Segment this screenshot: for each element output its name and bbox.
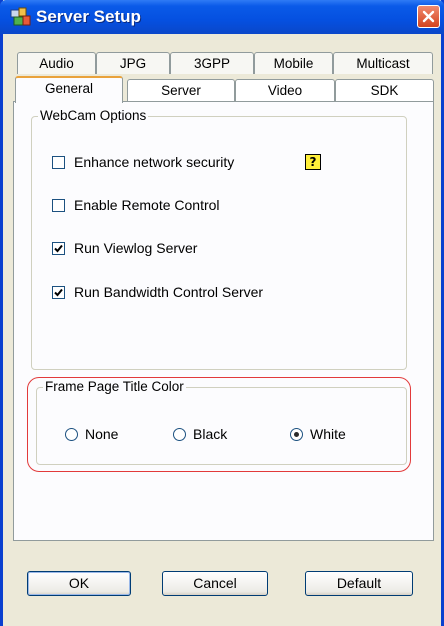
help-icon[interactable]: ? xyxy=(305,154,321,170)
tab-sdk[interactable]: SDK xyxy=(335,79,434,101)
tab-audio[interactable]: Audio xyxy=(17,52,96,74)
radio-none[interactable] xyxy=(65,427,78,441)
radio-none-option[interactable]: None xyxy=(65,426,118,442)
close-button[interactable] xyxy=(417,5,440,28)
radio-black-option[interactable]: Black xyxy=(173,426,227,442)
tab-video-label: Video xyxy=(267,83,303,98)
tab-sdk-label: SDK xyxy=(370,83,399,98)
tab-jpg[interactable]: JPG xyxy=(96,52,170,74)
enhance-security-checkbox[interactable] xyxy=(52,155,65,169)
tab-audio-label: Audio xyxy=(39,56,74,71)
tab-video[interactable]: Video xyxy=(235,79,335,101)
enable-remote-control-option[interactable]: Enable Remote Control xyxy=(52,197,220,213)
tab-server-label: Server xyxy=(161,83,201,98)
run-bandwidth-control-label: Run Bandwidth Control Server xyxy=(74,284,264,300)
run-viewlog-server-option[interactable]: Run Viewlog Server xyxy=(52,240,197,256)
run-viewlog-server-checkbox[interactable] xyxy=(52,241,65,255)
help-icon-glyph: ? xyxy=(309,155,317,169)
run-viewlog-server-label: Run Viewlog Server xyxy=(74,240,198,256)
tab-multicast-label: Multicast xyxy=(356,56,410,71)
ok-button[interactable]: OK xyxy=(27,571,131,596)
tab-3gpp-label: 3GPP xyxy=(193,56,231,71)
default-button[interactable]: Default xyxy=(305,571,413,596)
enable-remote-control-checkbox[interactable] xyxy=(52,198,65,212)
server-setup-window: Server Setup Audio JPG 3GPP Mobile Multi… xyxy=(0,0,444,626)
tab-mobile[interactable]: Mobile xyxy=(254,52,333,74)
run-bandwidth-control-option[interactable]: Run Bandwidth Control Server xyxy=(52,284,263,300)
tab-multicast[interactable]: Multicast xyxy=(333,52,433,74)
webcam-options-label: WebCam Options xyxy=(38,108,149,124)
radio-white-label: White xyxy=(310,426,346,442)
checkmark-icon xyxy=(54,244,63,252)
enable-remote-control-label: Enable Remote Control xyxy=(74,197,220,213)
tab-general-label: General xyxy=(44,81,94,96)
tab-server[interactable]: Server xyxy=(127,79,235,101)
radio-black[interactable] xyxy=(173,427,186,441)
highlight-outline xyxy=(27,377,411,472)
tab-jpg-label: JPG xyxy=(119,56,147,71)
window-title: Server Setup xyxy=(36,7,141,26)
app-icon xyxy=(10,7,31,26)
cancel-button[interactable]: Cancel xyxy=(162,571,268,596)
radio-black-label: Black xyxy=(193,426,228,442)
run-bandwidth-control-checkbox[interactable] xyxy=(52,285,65,299)
enhance-security-option[interactable]: Enhance network security xyxy=(52,154,234,170)
checkmark-icon xyxy=(54,288,63,296)
radio-white-option[interactable]: White xyxy=(290,426,346,442)
tab-3gpp[interactable]: 3GPP xyxy=(170,52,254,74)
tab-general[interactable]: General xyxy=(15,76,123,103)
radio-none-label: None xyxy=(85,426,119,442)
close-icon xyxy=(422,10,435,23)
radio-white[interactable] xyxy=(290,427,303,441)
enhance-security-label: Enhance network security xyxy=(74,154,235,170)
tab-mobile-label: Mobile xyxy=(273,56,314,71)
title-bar[interactable]: Server Setup xyxy=(0,0,444,34)
